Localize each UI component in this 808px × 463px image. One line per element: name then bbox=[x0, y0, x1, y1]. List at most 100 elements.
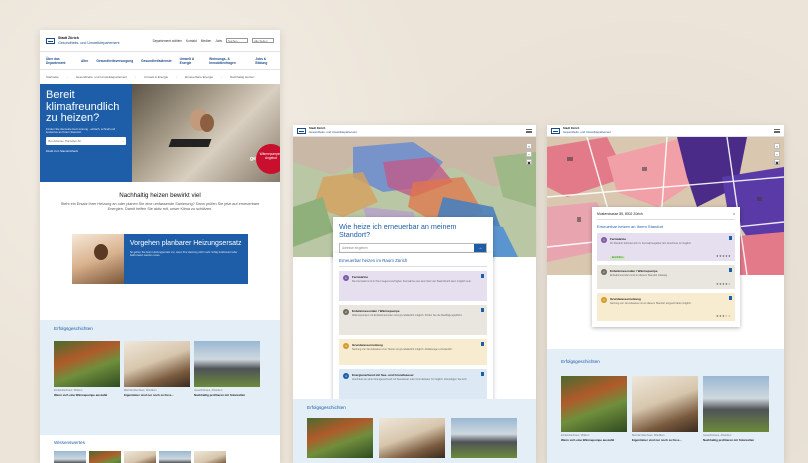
option-card[interactable]: 4 Energieverbund mit See- und Grundwasse… bbox=[339, 369, 487, 399]
promo-teaser[interactable]: Vorgehen planbarer Heizungsersatz So geh… bbox=[72, 234, 248, 284]
city-logo-icon[interactable] bbox=[551, 127, 560, 134]
story-title: Nachhaltig profitieren mit Solarzellen bbox=[194, 393, 246, 397]
option-card[interactable]: 2 Erdwärmesonden / Wärmepumpe Erdwärmeso… bbox=[597, 265, 735, 289]
rating-stars: ★★★★★ bbox=[716, 254, 731, 258]
story-card[interactable]: Einfamilienhaus, Witikon Wenn sich eine … bbox=[54, 341, 120, 397]
top-link-media[interactable]: Medien bbox=[201, 39, 211, 43]
nav-item-department[interactable]: Über das Departement bbox=[46, 57, 73, 65]
knowledge-thumb[interactable] bbox=[89, 451, 121, 463]
address-result-panel: Musterstrasse 85, 8002 Zürich × Erneuerb… bbox=[592, 207, 740, 327]
location-question: Wie heize ich erneuerbar an meinem Stand… bbox=[339, 222, 457, 239]
knowledge-section: Wissenswertes bbox=[54, 440, 226, 463]
breadcrumb-item[interactable]: Umwelt & Energie bbox=[144, 75, 168, 79]
stories-title: Erfolgsgeschichten bbox=[307, 405, 346, 410]
zoom-in-icon[interactable]: + bbox=[526, 143, 532, 149]
knowledge-thumb[interactable] bbox=[124, 451, 156, 463]
option-title: Erdwärmesonden / Wärmepumpe bbox=[352, 309, 400, 313]
map-controls: + − ▣ bbox=[774, 143, 780, 165]
knowledge-thumb[interactable] bbox=[54, 451, 86, 463]
story-card[interactable]: Einfamilienhaus, Witikon Wenn sich eine … bbox=[561, 376, 627, 442]
top-links: Departement wählen Kontakt Medien Jobs S… bbox=[153, 38, 274, 43]
hamburger-icon[interactable] bbox=[526, 128, 532, 133]
site-header: Stadt Zürich Gesundheits- und Umweltdepa… bbox=[40, 30, 280, 52]
top-link-jobs[interactable]: Jobs bbox=[215, 39, 222, 43]
breadcrumb-item[interactable]: Gesundheits- und Umweltdepartement bbox=[76, 75, 127, 79]
rating-stars: ★★★★☆ bbox=[716, 282, 731, 286]
zoom-out-icon[interactable]: − bbox=[526, 151, 532, 157]
close-icon[interactable]: × bbox=[733, 212, 735, 216]
story-card[interactable]: Mehrfamilienhaus, Wiedikon Eigentümer si… bbox=[124, 341, 190, 397]
layers-icon[interactable]: ▣ bbox=[774, 159, 780, 165]
logo-text[interactable]: Stadt Zürich Gesundheits- und Umweltdepa… bbox=[309, 127, 357, 134]
breadcrumb-item[interactable]: Erneuerbare Energie bbox=[185, 75, 213, 79]
address-search-input[interactable]: Ihre Adresse, Parzellen-Nr. → bbox=[46, 137, 126, 146]
story-image bbox=[194, 341, 260, 387]
option-card[interactable]: 1 Fernwärme Ihr Standort befindet sich i… bbox=[597, 233, 735, 261]
heat-pump-offer-badge[interactable]: Wärmepumpen-Angebot bbox=[256, 144, 280, 174]
bookmark-icon[interactable] bbox=[729, 296, 732, 300]
story-card[interactable]: Gewerbehaus, Altstetten Nachhaltig profi… bbox=[703, 376, 769, 442]
map-page-preview: Stadt Zürich Gesundheits- und Umweltdepa… bbox=[293, 125, 536, 463]
nav-item-housing[interactable]: Wohnungs- & Immobilienfragen bbox=[209, 57, 247, 65]
hero-link[interactable]: Direkt zum Standortcheck bbox=[46, 149, 126, 153]
story-card[interactable] bbox=[307, 418, 373, 458]
bookmark-icon[interactable] bbox=[481, 274, 484, 278]
city-logo-icon[interactable] bbox=[297, 127, 306, 134]
nav-item-health-care[interactable]: Gesundheitsversorgung bbox=[96, 59, 133, 63]
arrow-right-icon[interactable]: → bbox=[121, 139, 124, 143]
option-card[interactable]: 3 Grundwassernutzung Nutzung von Grundwa… bbox=[597, 293, 735, 321]
hero-subtitle: Finden Sie die beste Heiz-Lösung - einfa… bbox=[46, 126, 116, 134]
option-number: 1 bbox=[343, 275, 349, 281]
knowledge-thumb[interactable] bbox=[159, 451, 191, 463]
layers-icon[interactable]: ▣ bbox=[526, 159, 532, 165]
option-desc: Anschluss an einen Energieverbund mit Se… bbox=[352, 378, 468, 381]
knowledge-title: Wissenswertes bbox=[54, 440, 85, 445]
site-scope-select[interactable]: Alle Seiten bbox=[252, 38, 274, 43]
story-card[interactable]: Mehrfamilienhaus, Wiedikon Eigentümer si… bbox=[632, 376, 698, 442]
results-panel: Erneuerbar heizen im Raum Zürich 1 Fernw… bbox=[333, 253, 493, 404]
option-title: Energieverbund mit See- und Grundwasser bbox=[352, 373, 414, 377]
address-input[interactable]: Adresse eingeben bbox=[340, 244, 474, 252]
knowledge-thumb[interactable] bbox=[194, 451, 226, 463]
option-desc: Wärmepumpen mit Erdwärmesonden sind grun… bbox=[352, 314, 463, 317]
story-card[interactable]: Gewerbehaus, Altstetten Nachhaltig profi… bbox=[194, 341, 260, 397]
promo-title: Vorgehen planbarer Heizungsersatz bbox=[129, 240, 242, 247]
option-title: Grundwassernutzung bbox=[352, 343, 383, 347]
story-image bbox=[54, 341, 120, 387]
zoom-out-icon[interactable]: − bbox=[774, 151, 780, 157]
logo-text[interactable]: Stadt Zürich Gesundheits- und Umweltdepa… bbox=[563, 127, 611, 134]
intro-text: Steht ein Ersatz Ihrer Heizung an oder p… bbox=[60, 202, 260, 211]
nav-item-age[interactable]: Alter bbox=[81, 59, 88, 63]
story-title: Eigentümer sind nur noch zu Fuss... bbox=[632, 438, 682, 442]
option-card[interactable]: 2 Erdwärmesonden / Wärmepumpe Wärmepumpe… bbox=[339, 305, 487, 335]
option-body: Grundwassernutzung Nutzung von Grundwass… bbox=[352, 343, 453, 361]
story-card[interactable] bbox=[379, 418, 445, 458]
logo-text[interactable]: Stadt Zürich Gesundheits- und Umweltdepa… bbox=[58, 36, 120, 45]
option-body: Erdwärmesonden / Wärmepumpe Wärmepumpen … bbox=[352, 309, 462, 331]
search-input[interactable]: Suchen bbox=[226, 38, 248, 43]
story-title: Wenn sich eine Wärmepumpe auszahlt bbox=[561, 438, 615, 442]
search-submit-button[interactable]: → bbox=[474, 244, 486, 252]
top-link-contact[interactable]: Kontakt bbox=[186, 39, 197, 43]
bookmark-icon[interactable] bbox=[481, 342, 484, 346]
zoom-in-icon[interactable]: + bbox=[774, 143, 780, 149]
option-number: 3 bbox=[601, 297, 607, 303]
story-card[interactable] bbox=[451, 418, 517, 458]
bookmark-icon[interactable] bbox=[729, 268, 732, 272]
option-number: 2 bbox=[601, 269, 607, 275]
bookmark-icon[interactable] bbox=[481, 308, 484, 312]
story-caption: Einfamilienhaus, Witikon bbox=[54, 389, 83, 392]
option-card[interactable]: 1 Fernwärme Die Fernwärme ist in Ihrer G… bbox=[339, 271, 487, 301]
option-title: Grundwassernutzung bbox=[610, 297, 641, 301]
bookmark-icon[interactable] bbox=[729, 236, 732, 240]
nav-item-environment[interactable]: Umwelt & Energie bbox=[180, 57, 202, 65]
bookmark-icon[interactable] bbox=[481, 372, 484, 376]
breadcrumb-item[interactable]: Startseite bbox=[46, 75, 59, 79]
nav-item-jobs[interactable]: Jobs & Bildung bbox=[255, 57, 274, 65]
promo-desc: So gehen Sie beim Heizungsersatz vor, we… bbox=[129, 251, 238, 258]
hamburger-icon[interactable] bbox=[774, 128, 780, 133]
top-link-department[interactable]: Departement wählen bbox=[153, 39, 182, 43]
nav-item-health-services[interactable]: Gesundheitsdienste bbox=[141, 59, 171, 63]
option-card[interactable]: 3 Grundwassernutzung Nutzung von Grundwa… bbox=[339, 339, 487, 365]
city-logo-icon[interactable] bbox=[46, 37, 55, 44]
